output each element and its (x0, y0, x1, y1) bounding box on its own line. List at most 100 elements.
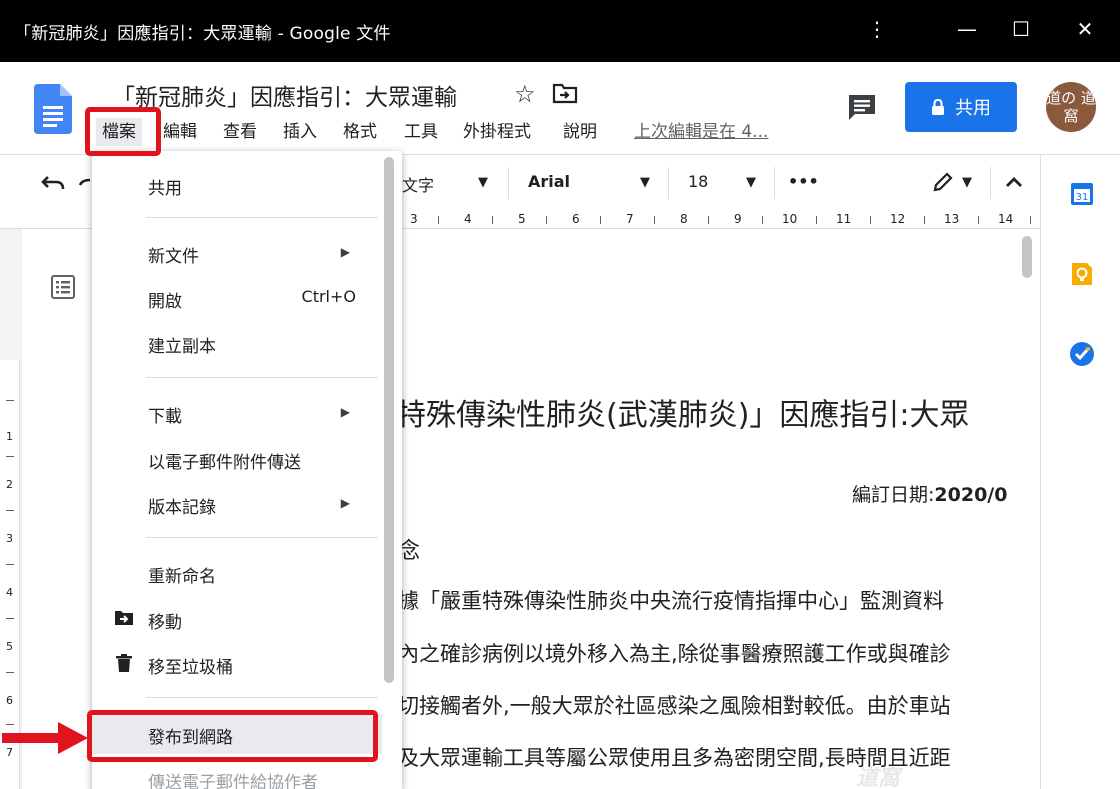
menu-item-email-collaborators[interactable]: 傳送電子郵件給協作者 (92, 759, 392, 789)
window-title: 「新冠肺炎」因應指引：大眾運輸 - Google 文件 (14, 24, 391, 44)
last-edit-link[interactable]: 上次編輯是在 4... (634, 118, 768, 146)
size-dropdown-icon[interactable]: ▼ (746, 175, 756, 190)
date-label: 編訂日期: (852, 484, 935, 506)
menu-item-label: 以電子郵件附件傳送 (148, 453, 301, 473)
vruler-tick (6, 618, 14, 619)
keep-icon[interactable] (1069, 261, 1095, 287)
ruler-tick (492, 216, 493, 224)
menu-separator (146, 217, 378, 218)
more-options-icon[interactable]: ⋮ (862, 14, 892, 44)
editing-mode-pencil-icon[interactable] (932, 171, 954, 193)
menu-addons[interactable]: 外掛程式 (463, 118, 531, 146)
menu-separator (146, 537, 378, 538)
date-value: 2020/0 (934, 484, 1008, 506)
menu-item-label: 下載 (148, 407, 182, 427)
paragraph-line[interactable]: 據「嚴重特殊傳染性肺炎中央流行疫情指揮中心」監測資料 (398, 585, 944, 615)
ruler-tick (924, 216, 925, 224)
menu-item-label: 傳送電子郵件給協作者 (148, 773, 318, 789)
font-family-value[interactable]: Arial (528, 172, 570, 191)
avatar[interactable]: 道の 道窩 (1046, 82, 1096, 132)
menu-item-new-document[interactable]: 新文件 ▶ (92, 233, 392, 273)
svg-text:31: 31 (1076, 192, 1089, 203)
vruler-tick (6, 510, 14, 511)
menu-insert[interactable]: 插入 (283, 118, 317, 146)
menu-item-label: 建立副本 (148, 337, 216, 357)
calendar-icon[interactable]: 31 (1069, 181, 1095, 207)
highlight-publish-to-web (87, 710, 378, 762)
paragraph-line[interactable]: 切接觸者外,一般大眾於社區感染之風險相對較低。由於車站 (398, 690, 951, 720)
menu-item-label: 共用 (148, 179, 182, 199)
menu-item-version-history[interactable]: 版本記錄 ▶ (92, 484, 392, 524)
submenu-arrow-icon: ▶ (340, 405, 350, 419)
menu-scrollbar[interactable] (384, 157, 394, 683)
tasks-icon[interactable] (1069, 341, 1095, 367)
collapse-toolbar-icon[interactable] (1004, 175, 1024, 189)
ruler-tick (870, 216, 871, 224)
close-button[interactable]: ✕ (1070, 14, 1100, 44)
menu-item-label: 移至垃圾桶 (148, 658, 233, 678)
menu-item-label: 開啟 (148, 292, 182, 312)
star-icon[interactable]: ☆ (514, 80, 536, 108)
ruler-number: 6 (572, 212, 580, 226)
menu-item-move-to-trash[interactable]: 移至垃圾桶 (92, 644, 392, 684)
ruler-tick (816, 216, 817, 224)
lock-icon (932, 98, 944, 115)
menu-edit[interactable]: 編輯 (163, 118, 197, 146)
document-outline-icon[interactable] (50, 274, 76, 300)
toolbar-divider (508, 167, 509, 199)
menu-item-label: 移動 (148, 613, 182, 633)
paragraph-style-value[interactable]: 文字 (402, 172, 434, 196)
document-heading[interactable]: 特殊傳染性肺炎(武漢肺炎)」因應指引:大眾 (396, 390, 970, 434)
docs-logo-icon[interactable] (34, 84, 72, 134)
revision-date-label[interactable]: 編訂日期:2020/0 (852, 480, 1007, 507)
ruler-tick (654, 216, 655, 224)
paragraph-line[interactable]: 內之確診病例以境外移入為主,除從事醫療照護工作或與確診 (398, 638, 951, 668)
share-button[interactable]: 共用 (905, 82, 1017, 132)
ruler-number: 4 (464, 212, 472, 226)
menu-item-email-attachment[interactable]: 以電子郵件附件傳送 (92, 439, 392, 479)
minimize-button[interactable]: — (952, 14, 982, 44)
docs-header: 「新冠肺炎」因應指引：大眾運輸 ☆ 檔案 編輯 查看 插入 格式 工具 外掛程式… (0, 62, 1120, 155)
undo-icon[interactable] (40, 173, 66, 193)
move-folder-icon[interactable] (552, 82, 578, 104)
toolbar-divider (990, 167, 991, 199)
menu-item-label: 新文件 (148, 247, 199, 267)
ruler-number: 5 (518, 212, 526, 226)
font-dropdown-icon[interactable]: ▼ (640, 175, 650, 190)
editing-mode-dropdown-icon[interactable]: ▼ (962, 175, 972, 190)
trash-icon (116, 654, 132, 672)
menu-item-download[interactable]: 下載 ▶ (92, 393, 392, 433)
ruler-number: 10 (782, 212, 798, 226)
highlight-file-menu (85, 107, 161, 156)
redo-icon[interactable] (78, 173, 92, 193)
menu-item-make-copy[interactable]: 建立副本 (92, 323, 392, 363)
toolbar-divider (668, 167, 669, 199)
document-scrollbar[interactable] (1022, 236, 1032, 278)
vruler-tick (6, 456, 14, 457)
menu-format[interactable]: 格式 (343, 118, 377, 146)
vruler-number: 2 (6, 478, 13, 491)
side-panel: 31 (1040, 155, 1120, 789)
menu-item-open[interactable]: 開啟 Ctrl+O (92, 278, 392, 318)
toolbar-divider (774, 167, 775, 199)
style-dropdown-icon[interactable]: ▼ (478, 175, 488, 190)
menu-tools[interactable]: 工具 (404, 118, 438, 146)
more-tools-button[interactable]: ••• (788, 172, 819, 191)
menu-view[interactable]: 查看 (223, 118, 257, 146)
share-label: 共用 (955, 98, 991, 119)
menu-help[interactable]: 說明 (563, 118, 597, 146)
vruler-tick (6, 672, 14, 673)
vruler-tick (6, 400, 14, 401)
maximize-button[interactable]: ☐ (1006, 14, 1036, 44)
menu-item-share[interactable]: 共用 (92, 165, 392, 205)
submenu-arrow-icon: ▶ (340, 496, 350, 510)
document-title[interactable]: 「新冠肺炎」因應指引：大眾運輸 (112, 78, 457, 112)
font-size-value[interactable]: 18 (688, 172, 708, 191)
ruler-number: 7 (626, 212, 634, 226)
ruler-number: 12 (890, 212, 906, 226)
menu-item-move[interactable]: 移動 (92, 599, 392, 639)
submenu-arrow-icon: ▶ (340, 245, 350, 259)
comment-icon[interactable] (846, 92, 878, 122)
menu-item-rename[interactable]: 重新命名 (92, 553, 392, 593)
ruler-tick (600, 216, 601, 224)
